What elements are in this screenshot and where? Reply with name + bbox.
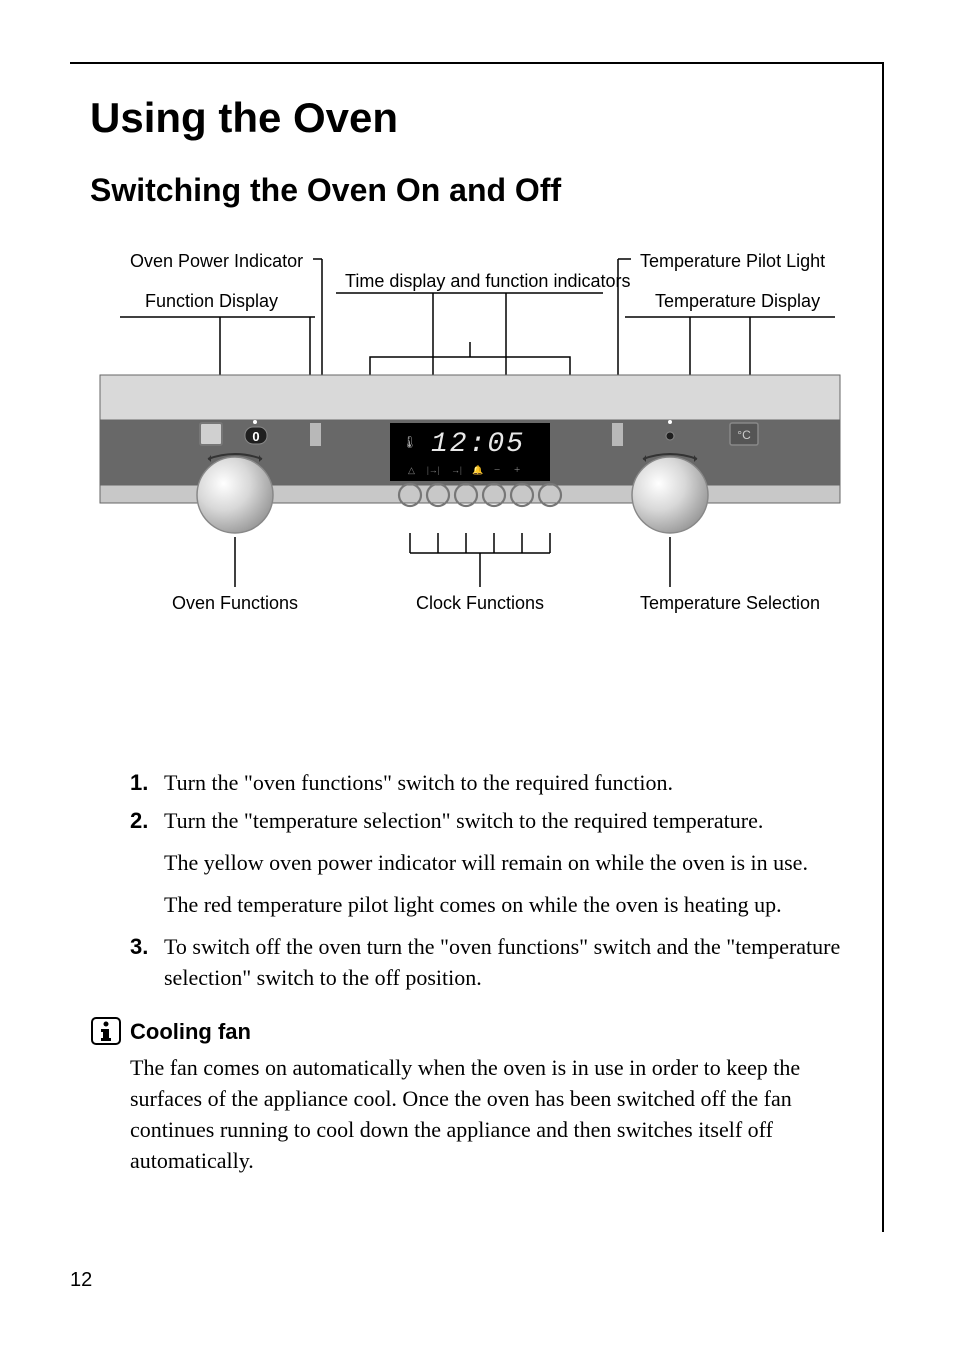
step-number: 3. bbox=[130, 931, 158, 995]
clock-buttons-bracket bbox=[410, 533, 550, 587]
control-strip: 0 🌡 12:05 bbox=[100, 375, 840, 533]
label-function-display: Function Display bbox=[145, 291, 278, 311]
label-oven-power-indicator: Oven Power Indicator bbox=[130, 251, 303, 271]
step-text: Turn the "temperature selection" switch … bbox=[164, 805, 842, 837]
control-panel-diagram: Oven Power Indicator Function Display Ti… bbox=[90, 247, 842, 677]
list-item: 1. Turn the "oven functions" switch to t… bbox=[130, 767, 842, 799]
section-heading: Switching the Oven On and Off bbox=[90, 172, 842, 209]
svg-text:−: − bbox=[494, 464, 500, 476]
cooling-fan-text: The fan comes on automatically when the … bbox=[130, 1052, 842, 1177]
label-clock-functions: Clock Functions bbox=[416, 593, 544, 613]
list-item: 3. To switch off the oven turn the "oven… bbox=[130, 931, 842, 995]
svg-text:🔔: 🔔 bbox=[472, 465, 483, 475]
step-number: 2. bbox=[130, 805, 158, 837]
function-display-icon bbox=[200, 423, 222, 445]
step-subtext: The yellow oven power indicator will rem… bbox=[164, 847, 842, 879]
page-number: 12 bbox=[70, 1269, 92, 1292]
svg-text:0: 0 bbox=[252, 429, 259, 444]
step-text: Turn the "oven functions" switch to the … bbox=[164, 767, 842, 799]
cooling-fan-heading: Cooling fan bbox=[130, 1016, 842, 1047]
label-time-display: Time display and function indicators bbox=[345, 271, 630, 291]
page-heading: Using the Oven bbox=[90, 94, 842, 142]
label-temperature-selection: Temperature Selection bbox=[640, 593, 820, 613]
step-subtext: The red temperature pilot light comes on… bbox=[164, 889, 842, 921]
step-number: 1. bbox=[130, 767, 158, 799]
svg-text:°C: °C bbox=[737, 428, 751, 442]
label-temp-display: Temperature Display bbox=[655, 291, 820, 311]
instruction-list: 1. Turn the "oven functions" switch to t… bbox=[130, 767, 842, 1177]
time-display-panel: 🌡 12:05 △ |→| →| 🔔 − + bbox=[390, 423, 550, 481]
svg-text:→|: →| bbox=[451, 465, 462, 475]
oven-power-indicator-icon bbox=[310, 423, 321, 446]
info-icon bbox=[90, 1016, 122, 1046]
svg-text:△: △ bbox=[408, 465, 415, 475]
list-item: 2. Turn the "temperature selection" swit… bbox=[130, 805, 842, 837]
label-oven-functions: Oven Functions bbox=[172, 593, 298, 613]
clock-time: 12:05 bbox=[431, 429, 525, 460]
svg-text:|→|: |→| bbox=[427, 465, 440, 475]
temperature-pilot-indicator-icon bbox=[612, 423, 623, 446]
svg-text:🌡: 🌡 bbox=[402, 435, 417, 449]
svg-text:+: + bbox=[514, 464, 520, 476]
step-text: To switch off the oven turn the "oven fu… bbox=[164, 931, 842, 995]
temperature-display-icon: °C bbox=[730, 423, 758, 445]
label-temp-pilot: Temperature Pilot Light bbox=[640, 251, 825, 271]
